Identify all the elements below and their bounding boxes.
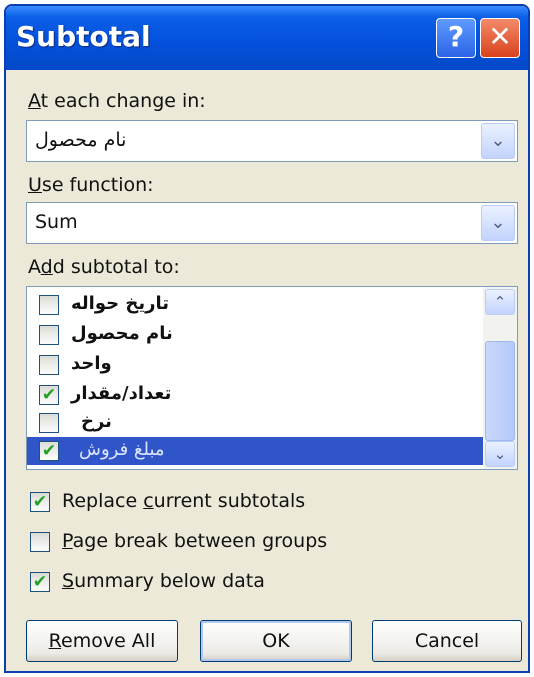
close-button[interactable]: ✕ bbox=[480, 18, 520, 58]
scroll-thumb[interactable] bbox=[485, 341, 515, 441]
dialog-title: Subtotal bbox=[16, 20, 151, 53]
list-item-label: واحد bbox=[71, 353, 112, 374]
subtotal-dialog: Subtotal ? ✕ At each change in: نام محصو… bbox=[4, 4, 530, 673]
list-item[interactable]: تاریخ حواله bbox=[27, 291, 483, 319]
cancel-button[interactable]: Cancel bbox=[372, 620, 522, 662]
page-break-label: Page break between groups bbox=[62, 530, 328, 552]
list-item-checkbox[interactable] bbox=[39, 295, 59, 315]
add-subtotal-listbox[interactable]: تاریخ حواله نام محصول واحد ✔ تعداد/مقدار… bbox=[26, 286, 518, 470]
at-each-change-label: At each change in: bbox=[28, 90, 206, 112]
list-item-checkbox[interactable] bbox=[39, 413, 59, 433]
list-item-label: نام محصول bbox=[71, 323, 173, 344]
list-item-label: تعداد/مقدار bbox=[71, 383, 172, 404]
help-icon: ? bbox=[447, 20, 465, 53]
list-item[interactable]: ✔ تعداد/مقدار bbox=[27, 381, 483, 409]
help-button[interactable]: ? bbox=[436, 18, 476, 58]
chevron-down-icon[interactable]: ⌄ bbox=[481, 205, 515, 241]
list-item-selected[interactable]: ✔ مبلغ فروش bbox=[27, 437, 483, 465]
summary-below-data-checkbox[interactable]: ✔ bbox=[30, 572, 50, 592]
replace-current-subtotals-checkbox[interactable]: ✔ bbox=[30, 492, 50, 512]
use-function-value: Sum bbox=[35, 211, 78, 233]
list-item-label: تاریخ حواله bbox=[71, 293, 169, 314]
chevron-down-icon[interactable]: ⌄ bbox=[481, 123, 515, 159]
list-item-checkbox[interactable]: ✔ bbox=[39, 385, 59, 405]
list-item[interactable]: نرخ bbox=[27, 409, 483, 437]
title-bar[interactable]: Subtotal ? ✕ bbox=[6, 6, 528, 70]
add-subtotal-label: Add subtotal to: bbox=[28, 256, 180, 278]
summary-below-data-label: Summary below data bbox=[62, 570, 265, 592]
remove-all-button[interactable]: Remove All bbox=[26, 620, 178, 662]
replace-current-subtotals-label: Replace current subtotals bbox=[62, 490, 306, 512]
close-icon: ✕ bbox=[488, 20, 512, 53]
list-item[interactable]: واحد bbox=[27, 351, 483, 379]
use-function-combobox[interactable]: Sum ⌄ bbox=[26, 202, 518, 244]
scroll-up-icon[interactable]: ⌃ bbox=[485, 289, 515, 315]
list-item-checkbox[interactable] bbox=[39, 355, 59, 375]
list-item-checkbox[interactable] bbox=[39, 325, 59, 345]
list-item-label: نرخ bbox=[81, 411, 112, 432]
list-item[interactable]: نام محصول bbox=[27, 321, 483, 349]
at-each-change-value: نام محصول bbox=[35, 129, 127, 151]
list-item-label: مبلغ فروش bbox=[79, 439, 165, 460]
use-function-label: Use function: bbox=[28, 174, 154, 196]
list-scrollbar[interactable]: ⌃ ⌄ bbox=[483, 287, 517, 469]
ok-button[interactable]: OK bbox=[200, 620, 352, 662]
list-item-checkbox[interactable]: ✔ bbox=[39, 441, 59, 461]
scroll-down-icon[interactable]: ⌄ bbox=[485, 441, 515, 467]
page-break-checkbox[interactable] bbox=[30, 532, 50, 552]
at-each-change-combobox[interactable]: نام محصول ⌄ bbox=[26, 120, 518, 162]
